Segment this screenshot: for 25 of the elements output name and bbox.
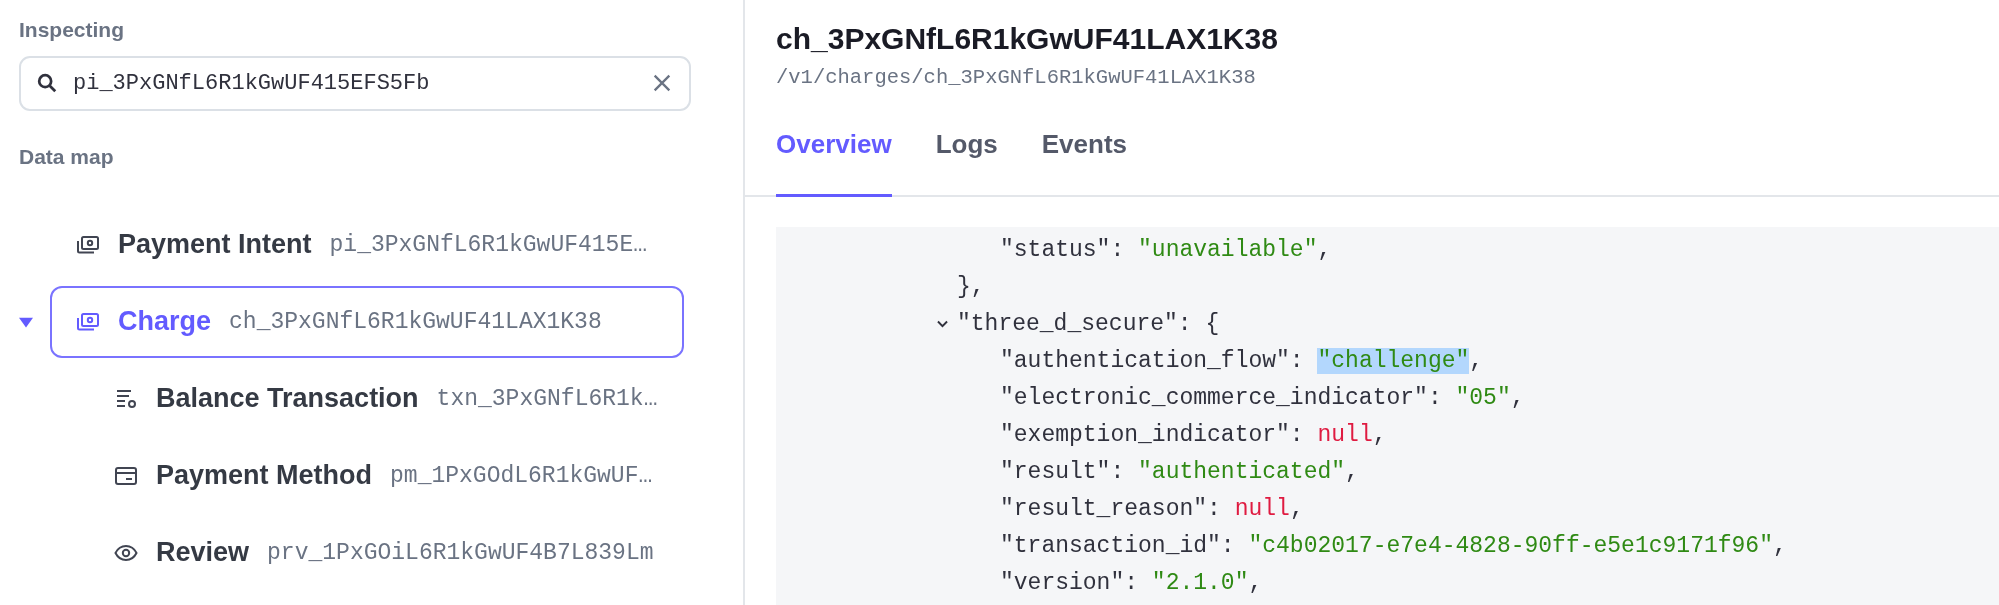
- search-icon: [36, 72, 58, 94]
- code-line: },: [957, 273, 985, 300]
- tree-item[interactable]: Payment Method pm_1PxGOdL6R1kGwUF…: [88, 439, 677, 512]
- code-line: "status": "unavailable",: [1000, 236, 1332, 263]
- tree-item[interactable]: Charge ch_3PxGNfL6R1kGwUF41LAX1K38: [50, 285, 684, 358]
- code-line: "electronic_commerce_indicator": "05",: [1000, 384, 1525, 411]
- close-icon[interactable]: [651, 72, 673, 94]
- code-line: "transaction_id": "c4b02017-e7e4-4828-90ff-e5e1c9171f96",: [1000, 532, 1787, 559]
- tab[interactable]: Logs: [935, 115, 998, 197]
- code-line: "result": "authenticated",: [1000, 458, 1359, 485]
- section-label: Inspecting: [19, 18, 124, 42]
- tab[interactable]: Events: [1041, 115, 1127, 197]
- code-line: "version": "2.1.0",: [1000, 569, 1263, 596]
- tree-item[interactable]: Review prv_1PxGOiL6R1kGwUF4B7L839Lm: [88, 516, 678, 589]
- tree-item[interactable]: Payment Intent pi_3PxGNfL6R1kGwUF415E…: [50, 208, 671, 281]
- api-path: /v1/charges/ch_3PxGNfL6R1kGwUF41LAX1K38: [776, 66, 1256, 89]
- object-title: ch_3PxGNfL6R1kGwUF41LAX1K38: [776, 22, 1278, 56]
- section-label: Data map: [19, 145, 114, 169]
- code-line: "result_reason": null,: [1000, 495, 1304, 522]
- tab[interactable]: Overview: [776, 115, 892, 197]
- code-line: "authentication_flow": "challenge",: [1000, 347, 1484, 374]
- search-field[interactable]: pi_3PxGNfL6R1kGwUF415EFS5Fb: [19, 56, 691, 111]
- code-line: "three_d_secure": {: [957, 310, 1220, 337]
- code-line: "exemption_indicator": null,: [1000, 421, 1387, 448]
- tree-item[interactable]: Balance Transaction txn_3PxGNfL6R1k…: [88, 362, 682, 435]
